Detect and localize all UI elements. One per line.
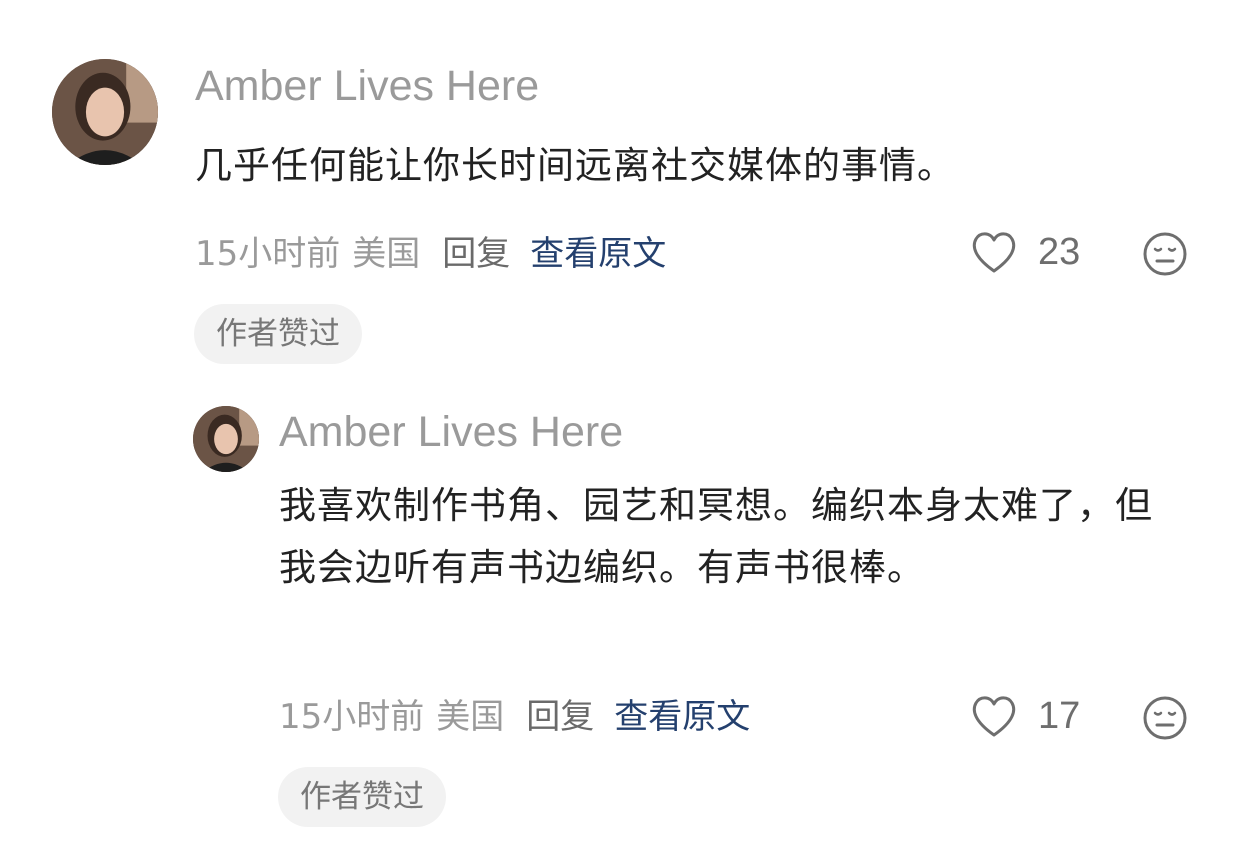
comment-meta: 15小时前 美国 回复 查看原文 — [195, 232, 666, 276]
reply-button[interactable]: 回复 — [442, 232, 510, 276]
like-button[interactable]: 17 — [970, 694, 1080, 738]
neutral-face-icon[interactable] — [1142, 695, 1188, 741]
neutral-face-icon[interactable] — [1142, 231, 1188, 277]
comment-region: 美国 — [352, 234, 421, 274]
author-liked-badge: 作者赞过 — [194, 304, 362, 364]
comment-time: 15小时前 — [279, 697, 425, 737]
like-count: 23 — [1038, 230, 1081, 273]
like-count: 17 — [1038, 694, 1081, 737]
avatar[interactable] — [193, 406, 259, 472]
like-button[interactable]: 23 — [970, 230, 1080, 274]
view-original-button[interactable]: 查看原文 — [614, 695, 750, 739]
comment-username[interactable]: Amber Lives Here — [195, 62, 539, 110]
reply-button[interactable]: 回复 — [526, 695, 594, 739]
comment-meta: 15小时前 美国 回复 查看原文 — [279, 695, 750, 739]
heart-outline-icon — [972, 696, 1016, 737]
comment-region: 美国 — [436, 697, 505, 737]
avatar[interactable] — [52, 59, 158, 165]
heart-outline-icon — [972, 232, 1016, 273]
comment-time: 15小时前 — [195, 234, 341, 274]
comment-text: 几乎任何能让你长时间远离社交媒体的事情。 — [195, 144, 955, 187]
view-original-button[interactable]: 查看原文 — [530, 232, 666, 276]
comment-text: 我喜欢制作书角、园艺和冥想。编织本身太难了，但我会边听有声书边编织。有声书很棒。 — [279, 484, 1153, 589]
author-liked-badge: 作者赞过 — [278, 767, 446, 827]
comment-username[interactable]: Amber Lives Here — [279, 408, 623, 456]
